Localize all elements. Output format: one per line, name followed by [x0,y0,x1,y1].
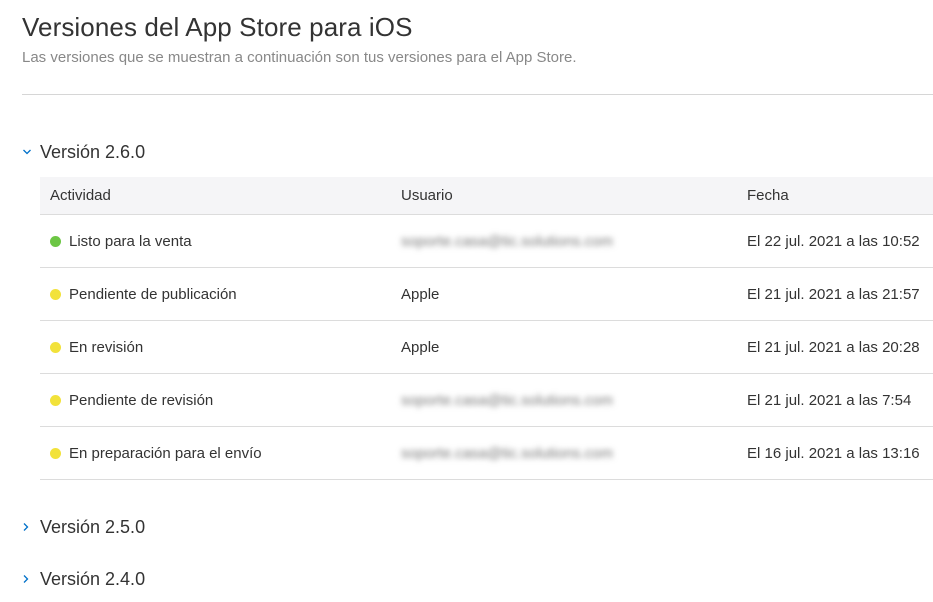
date-cell: El 21 jul. 2021 a las 20:28 [747,338,920,356]
page-subtitle: Las versiones que se muestran a continua… [22,49,577,66]
activity-cell: Pendiente de revisión [69,391,214,409]
version-label: Versión 2.6.0 [40,141,146,162]
activity-cell: Pendiente de publicación [69,285,237,303]
version-toggle-2-4-0[interactable]: Versión 2.4.0 [22,566,145,592]
date-cell: El 16 jul. 2021 a las 13:16 [747,444,920,462]
table-row: Pendiente de revisión soporte.casa@tic.s… [40,374,933,427]
version-toggle-2-5-0[interactable]: Versión 2.5.0 [22,514,145,540]
date-cell: El 22 jul. 2021 a las 10:52 [747,232,920,250]
date-cell: El 21 jul. 2021 a las 7:54 [747,391,912,409]
page-title: Versiones del App Store para iOS [22,12,413,42]
version-label: Versión 2.4.0 [40,568,146,589]
user-cell: soporte.casa@tic.solutions.com [401,391,613,409]
table-row: En revisión Apple El 21 jul. 2021 a las … [40,321,933,374]
activity-cell: En preparación para el envío [69,444,262,462]
column-header-actividad: Actividad [50,187,111,204]
chevron-right-icon [22,522,40,532]
status-dot-green [50,235,61,247]
version-label: Versión 2.5.0 [40,516,146,537]
table-row: Listo para la venta soporte.casa@tic.sol… [40,215,933,268]
chevron-down-icon [22,148,40,156]
status-dot-yellow [50,288,61,300]
activity-table: Actividad Usuario Fecha Listo para la ve… [40,177,933,480]
chevron-right-icon [22,574,40,584]
header-divider [22,94,933,95]
status-dot-yellow [50,447,61,459]
user-cell: soporte.casa@tic.solutions.com [401,444,613,462]
date-cell: El 21 jul. 2021 a las 21:57 [747,285,920,303]
table-row: En preparación para el envío soporte.cas… [40,427,933,480]
column-header-usuario: Usuario [401,187,453,204]
user-cell: soporte.casa@tic.solutions.com [401,232,613,250]
activity-cell: Listo para la venta [69,232,192,250]
table-row: Pendiente de publicación Apple El 21 jul… [40,268,933,321]
status-dot-yellow [50,394,61,406]
table-header: Actividad Usuario Fecha [40,177,933,215]
user-cell: Apple [401,285,440,303]
column-header-fecha: Fecha [747,187,789,204]
version-toggle-2-6-0[interactable]: Versión 2.6.0 [22,139,145,165]
status-dot-yellow [50,341,61,353]
user-cell: Apple [401,338,440,356]
activity-cell: En revisión [69,338,144,356]
